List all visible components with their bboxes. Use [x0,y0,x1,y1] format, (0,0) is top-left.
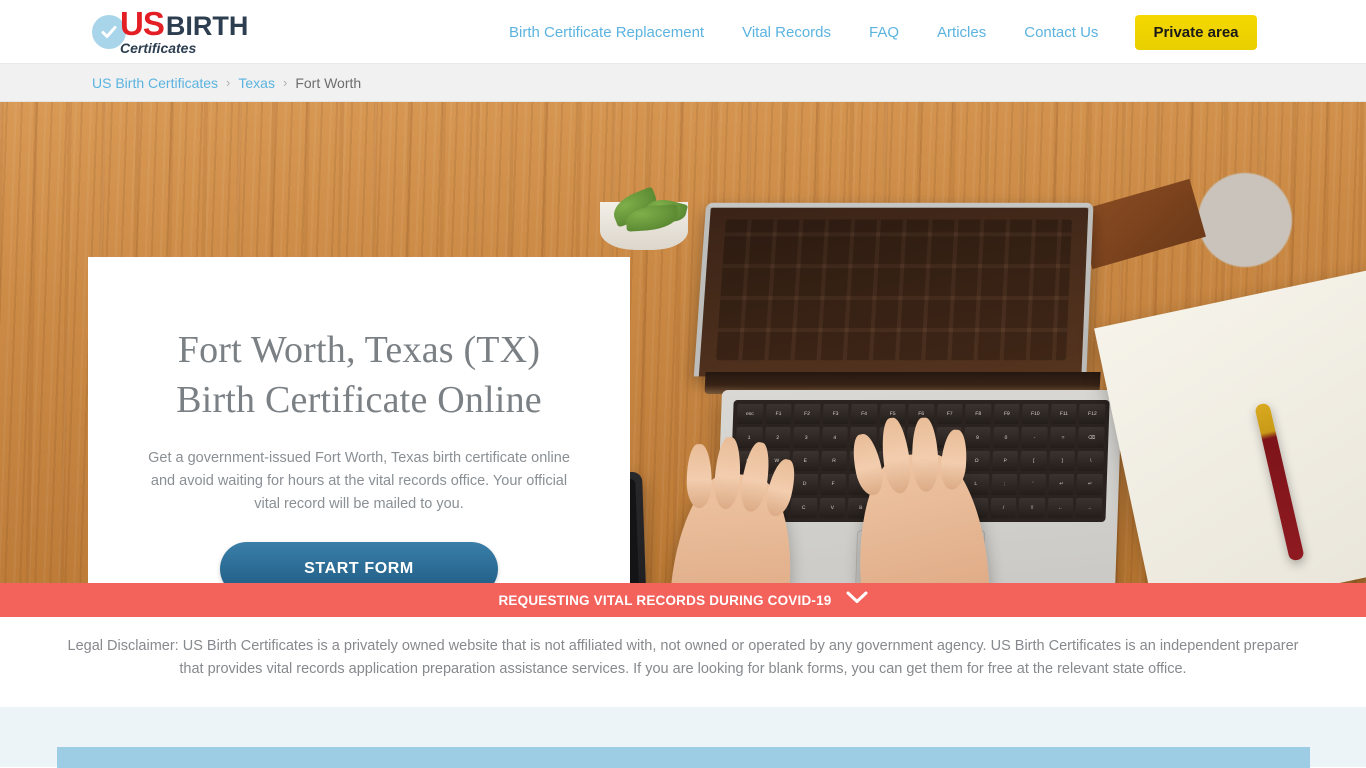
breadcrumb-item-home[interactable]: US Birth Certificates [92,75,218,91]
nav-item-birth-certificate-replacement[interactable]: Birth Certificate Replacement [490,24,723,41]
keyboard-key: 2 [764,427,791,448]
left-hand [661,436,801,583]
keyboard-key: esc [736,404,764,425]
logo-birth-text: BIRTH [165,11,249,41]
keyboard-key: F [819,474,847,495]
keyboard-key: F2 [793,404,821,425]
keyboard-key: ' [1019,474,1046,495]
bottom-section [0,707,1366,768]
keyboard-key: 4 [821,427,848,448]
keyboard-key: F11 [1050,404,1077,425]
keyboard-key: F9 [993,404,1020,425]
keyboard-key: O [963,450,990,472]
logo-certificates-text: Certificates [120,40,197,56]
keyboard-key: F3 [822,404,849,425]
book-decoration [1076,178,1206,270]
keyboard-key: ← [1047,497,1074,518]
keyboard-key: F1 [765,404,792,425]
hero-card: Fort Worth, Texas (TX) Birth Certificate… [88,257,630,583]
main-navigation: Birth Certificate Replacement Vital Reco… [490,0,1257,64]
breadcrumb-item-texas[interactable]: Texas [238,75,275,91]
keyboard-key: F10 [1022,404,1049,425]
keyboard-key: 9 [964,427,991,448]
keyboard-key: C [790,497,817,518]
laptop-screen-reflection [716,219,1072,361]
keyboard-key: ⇧ [1018,497,1046,518]
covid-banner[interactable]: REQUESTING VITAL RECORDS DURING COVID-19 [0,583,1366,617]
start-form-button[interactable]: START FORM [220,542,498,583]
keyboard-key: 3 [793,427,820,448]
nav-item-contact-us[interactable]: Contact Us [1005,24,1117,41]
logo-wordmark: US BIRTH Certificates [120,7,248,57]
keyboard-key: \ [1077,450,1104,472]
laptop-screen [693,202,1094,377]
keyboard-key: F8 [965,404,992,425]
nav-item-articles[interactable]: Articles [918,24,1005,41]
breadcrumb: US Birth Certificates › Texas › Fort Wor… [0,64,1366,102]
keyboard-key: ] [1049,450,1076,472]
finger [686,444,712,509]
covid-banner-text: REQUESTING VITAL RECORDS DURING COVID-19 [498,592,832,608]
hero-subtitle: Get a government-issued Fort Worth, Texa… [148,450,570,513]
keyboard-key: ⌫ [1078,427,1105,448]
keyboard-key: 0 [992,427,1020,448]
keyboard-key: ↵ [1048,474,1075,495]
chevron-down-icon[interactable] [846,591,868,609]
breadcrumb-separator: › [226,75,231,90]
keyboard-key: P [992,450,1019,472]
nav-item-faq[interactable]: FAQ [850,24,918,41]
page-title-line-1: Fort Worth, Texas (TX) [177,329,541,371]
keyboard-key: = [1049,427,1077,448]
keyboard-key: ↵ [1076,474,1104,495]
notebook-decoration [1094,266,1366,583]
keyboard-key: D [791,474,818,495]
section-header-bar [57,747,1310,768]
legal-disclaimer-text: Legal Disclaimer: US Birth Certificates … [67,638,1299,677]
keyboard-key: F4 [850,404,878,425]
keyboard-key: - [1021,427,1048,448]
hero-section: escF1F2F3F4F5F6F7F8F9F10F11F12 123456789… [0,102,1366,583]
keyboard-key: E [792,450,819,472]
nav-item-vital-records[interactable]: Vital Records [723,24,850,41]
finger [712,436,743,510]
logo-us-text: US [120,5,165,42]
page-title-line-2: Birth Certificate Online [176,379,542,422]
keyboard-key: → [1075,497,1103,518]
keyboard-key: F12 [1079,404,1106,425]
breadcrumb-separator: › [282,75,288,90]
page-title: Fort Worth, Texas (TX) Birth Certificate… [176,325,542,425]
keyboard-key: [ [1020,450,1047,472]
site-logo[interactable]: US BIRTH Certificates [92,7,248,56]
private-area-button[interactable]: Private area [1135,14,1257,50]
site-header: US BIRTH Certificates Birth Certificate … [0,0,1366,64]
keyboard-key: ; [991,474,1018,495]
keyboard-key: / [990,497,1017,518]
breadcrumb-item-current: Fort Worth [295,74,362,91]
legal-disclaimer: Legal Disclaimer: US Birth Certificates … [0,617,1366,707]
keyboard-key: R [820,450,848,472]
keyboard-key: F7 [936,404,963,425]
keyboard-key: V [819,497,846,518]
